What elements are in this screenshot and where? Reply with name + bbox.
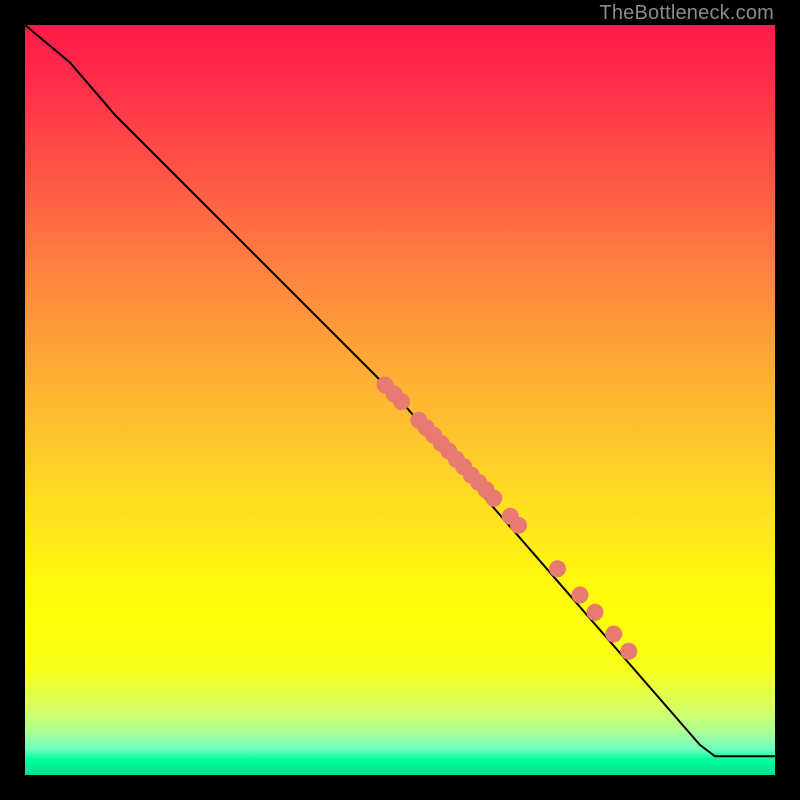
scatter-point	[587, 604, 604, 621]
scatter-point	[605, 626, 622, 643]
scatter-point	[510, 517, 527, 534]
scatter-point	[572, 587, 589, 604]
scatter-point	[393, 393, 410, 410]
scatter-point	[485, 490, 502, 507]
scatter-point	[620, 643, 637, 660]
watermark-label: TheBottleneck.com	[599, 2, 774, 25]
chart-svg	[25, 25, 775, 775]
chart-container	[25, 25, 775, 775]
scatter-group	[377, 377, 638, 660]
scatter-point	[549, 560, 566, 577]
